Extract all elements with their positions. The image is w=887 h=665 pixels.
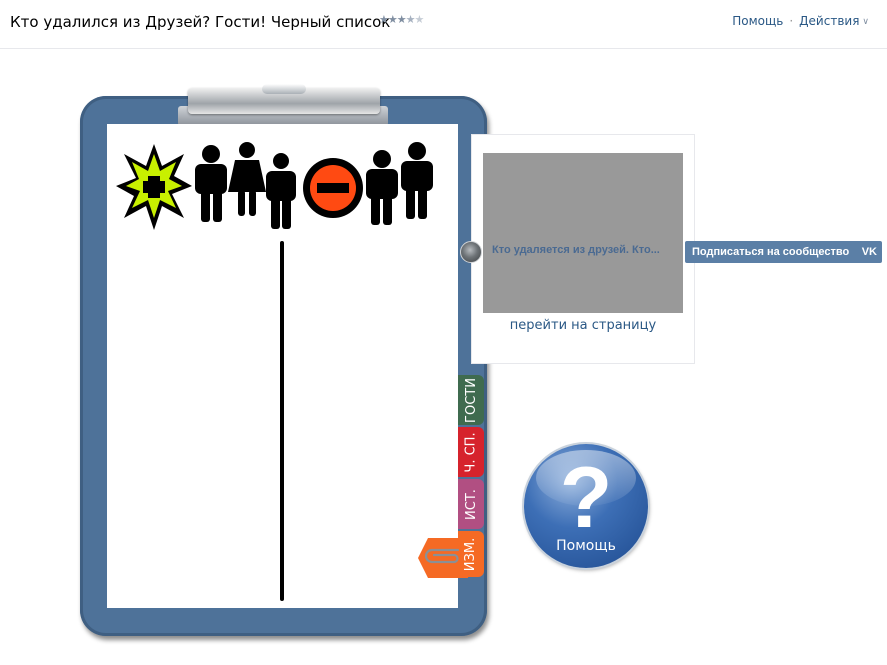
community-cover-image[interactable] xyxy=(483,153,683,313)
question-mark-icon: ? xyxy=(559,450,613,546)
rating-stars-filled: ★★★ xyxy=(379,13,407,26)
help-button[interactable]: ? Помощь xyxy=(524,444,648,568)
app-header: Кто удалился из Друзей? Гости! Черный сп… xyxy=(0,0,887,49)
help-button-label: Помощь xyxy=(556,538,616,554)
community-name[interactable]: Кто удаляется из друзей. Кто... xyxy=(492,244,677,256)
rating-stars-empty: ★ xyxy=(414,13,424,26)
help-link[interactable]: Помощь xyxy=(732,14,783,28)
rating-stars: ★★★★★ xyxy=(379,13,424,26)
actions-menu[interactable]: Действия ∨ xyxy=(799,14,869,28)
people-added-icon xyxy=(195,142,296,229)
go-to-page-link[interactable]: перейти на страницу xyxy=(483,318,683,333)
tab-blacklist[interactable]: Ч. СП. xyxy=(458,427,484,477)
clipboard-clip-knob xyxy=(262,84,306,94)
paperclip-icon xyxy=(424,548,460,564)
tab-guests-label: ГОСТИ xyxy=(463,377,479,423)
tab-edit-label: ИЗМ. xyxy=(463,537,479,571)
friends-icons xyxy=(116,142,433,230)
add-burst-icon xyxy=(116,144,192,230)
people-removed-icon xyxy=(366,142,433,225)
tab-blacklist-label: Ч. СП. xyxy=(463,431,479,473)
vk-logo-icon: VK xyxy=(861,246,877,258)
app-title: Кто удалился из Друзей? Гости! Черный сп… xyxy=(10,13,391,31)
tab-history-label: ИСТ. xyxy=(463,488,479,520)
tab-guests[interactable]: ГОСТИ xyxy=(458,375,484,425)
tab-history[interactable]: ИСТ. xyxy=(458,479,484,529)
remove-circle-icon xyxy=(303,158,363,218)
chevron-down-icon: ∨ xyxy=(862,17,869,27)
community-avatar[interactable] xyxy=(460,241,482,263)
column-divider xyxy=(280,241,284,601)
actions-label: Действия xyxy=(799,14,860,28)
header-links: Помощь · Действия ∨ xyxy=(732,14,869,28)
header-separator: · xyxy=(789,14,794,28)
subscribe-button[interactable]: Подписаться на сообщество VK xyxy=(685,241,882,263)
subscribe-button-label: Подписаться на сообщество xyxy=(692,246,850,258)
